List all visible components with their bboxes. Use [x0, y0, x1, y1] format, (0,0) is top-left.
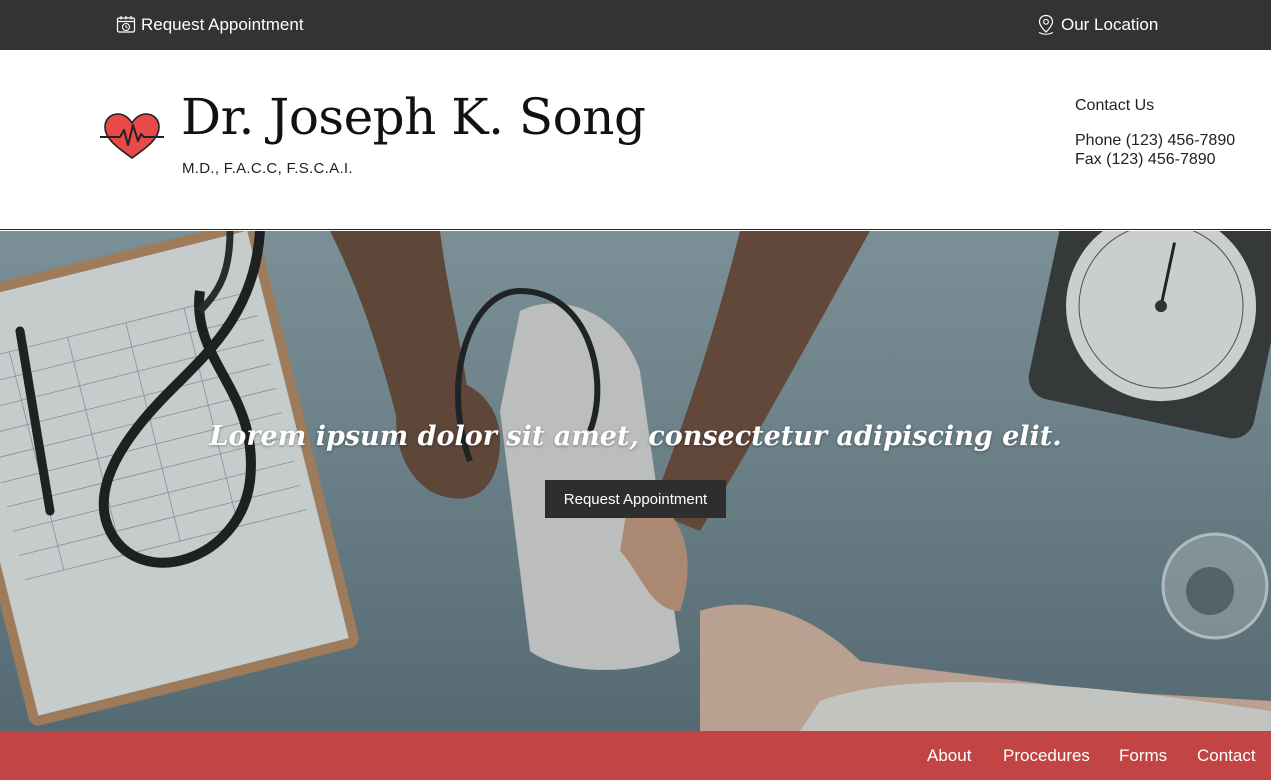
top-request-appointment-label: Request Appointment — [141, 15, 304, 34]
nav-item-procedures[interactable]: Procedures — [1003, 731, 1090, 780]
hero-banner: Lorem ipsum dolor sit amet, consectetur … — [0, 231, 1271, 731]
our-location-label: Our Location — [1061, 15, 1159, 34]
doctor-name: Dr. Joseph K. Song — [181, 88, 646, 146]
top-bar: Request Appointment Our Location — [0, 0, 1271, 50]
contact-heading: Contact Us — [1075, 97, 1155, 114]
heart-pulse-icon — [100, 113, 164, 159]
nav-item-forms[interactable]: Forms — [1119, 731, 1167, 780]
hero-request-appointment-button[interactable]: Request Appointment — [545, 480, 726, 518]
phone-number[interactable]: Phone (123) 456-7890 — [1075, 131, 1235, 150]
contact-block: Contact Us Phone (123) 456-7890 Fax (123… — [1075, 96, 1235, 169]
fax-number: Fax (123) 456-7890 — [1075, 151, 1216, 168]
main-nav: About Procedures Forms Contact — [0, 731, 1271, 780]
nav-item-about[interactable]: About — [927, 731, 971, 780]
hero-tagline: Lorem ipsum dolor sit amet, consectetur … — [209, 421, 1062, 452]
our-location-link[interactable]: Our Location — [1036, 0, 1158, 50]
calendar-clock-icon — [116, 16, 136, 33]
map-pin-icon — [1038, 14, 1054, 35]
site-header: Dr. Joseph K. Song M.D., F.A.C.C, F.S.C.… — [0, 50, 1271, 230]
doctor-credentials: M.D., F.A.C.C, F.S.C.A.I. — [182, 160, 353, 177]
top-request-appointment-link[interactable]: Request Appointment — [116, 0, 304, 50]
nav-item-contact[interactable]: Contact — [1197, 731, 1256, 780]
